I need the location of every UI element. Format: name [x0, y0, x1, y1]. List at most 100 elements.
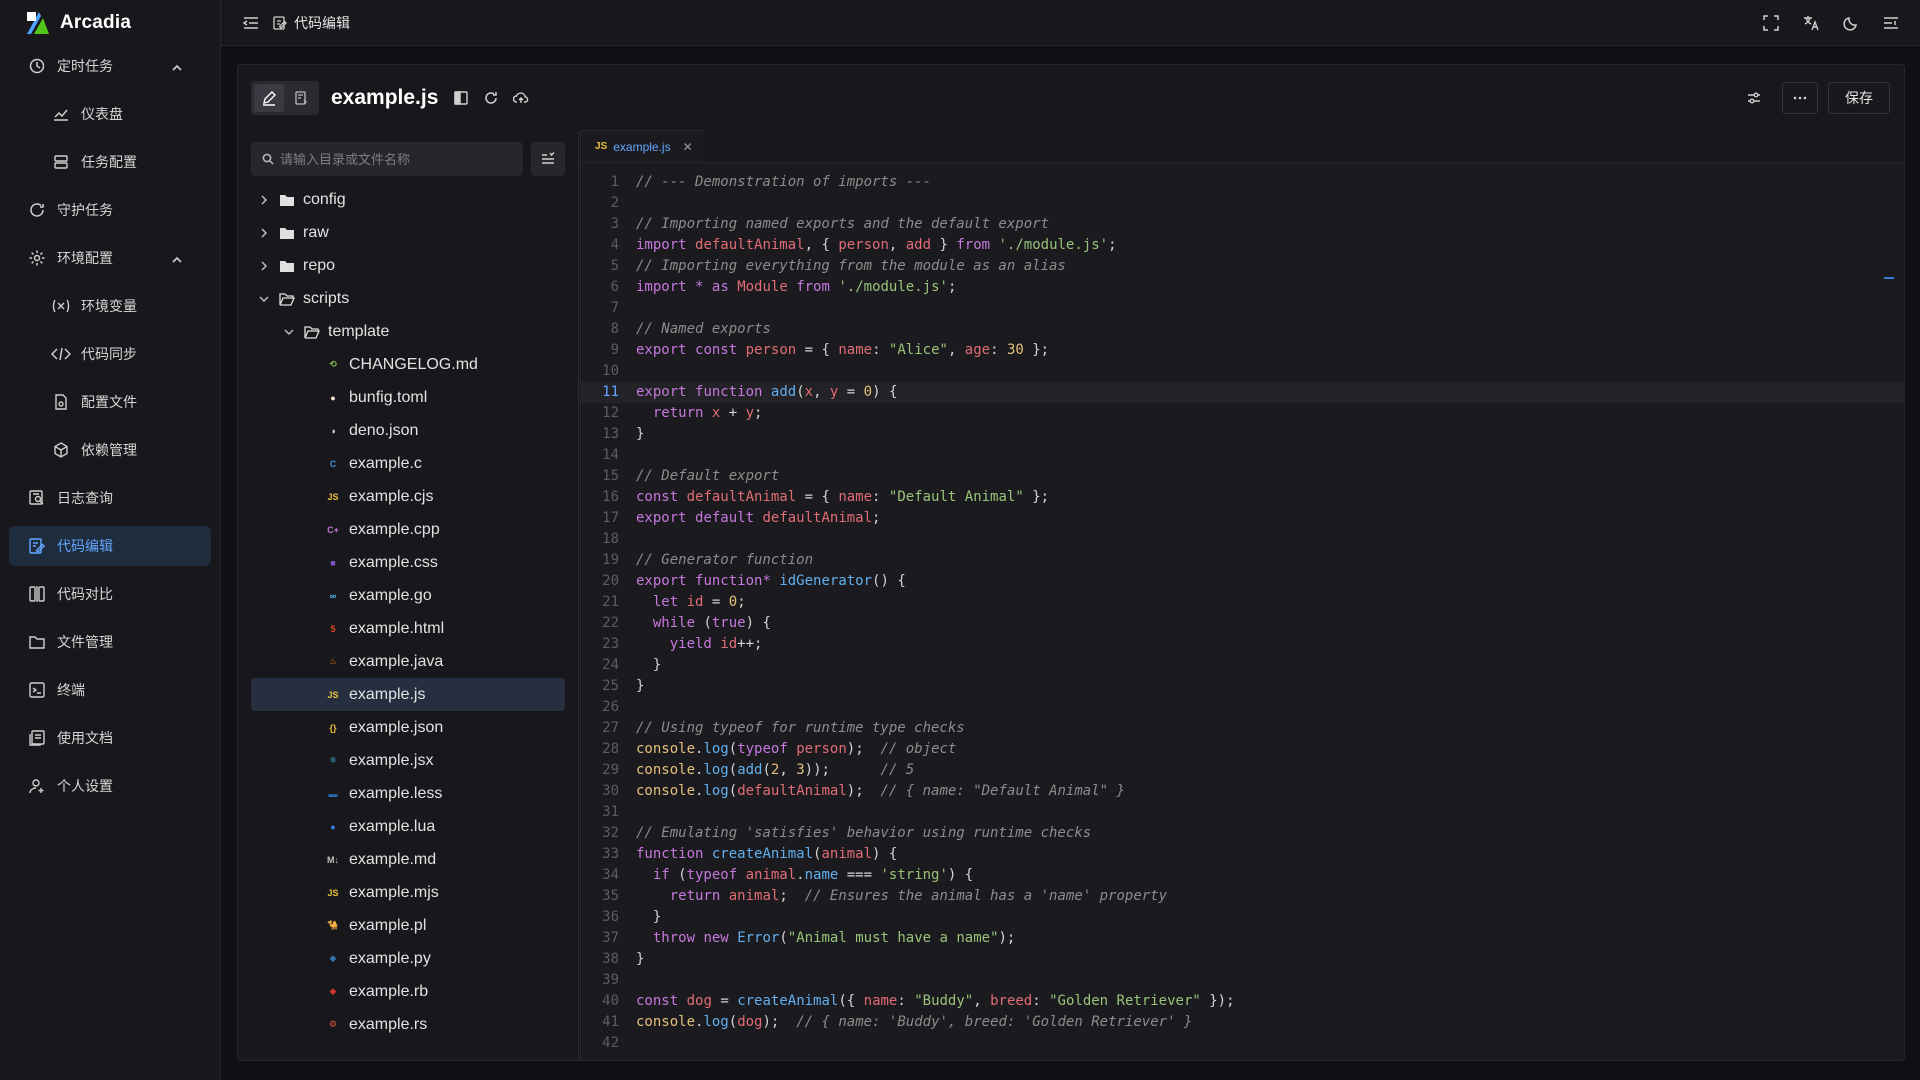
line-text[interactable]: console.log(add(2, 3)); // 5 [619, 760, 914, 781]
line-text[interactable]: // --- Demonstration of imports --- [619, 172, 931, 193]
tree-divider[interactable] [578, 131, 579, 1060]
tree-file[interactable]: ◆ example.py [251, 942, 565, 975]
sidebar-item-4[interactable]: 环境配置 [9, 238, 211, 278]
line-text[interactable] [619, 298, 636, 319]
brand[interactable]: Arcadia [0, 0, 220, 46]
tree-file[interactable]: ● bunfig.toml [251, 381, 565, 414]
line-text[interactable]: return animal; // Ensures the animal has… [619, 886, 1167, 907]
chevron-up-icon[interactable] [167, 58, 187, 78]
line-text[interactable]: } [619, 424, 644, 445]
sidebar-item-6[interactable]: 代码同步 [9, 334, 211, 374]
sidebar-item-2[interactable]: 任务配置 [9, 142, 211, 182]
line-text[interactable]: // Named exports [619, 319, 771, 340]
code-line[interactable]: 28 console.log(typeof person); // object [581, 739, 1904, 760]
code-line[interactable]: 29 console.log(add(2, 3)); // 5 [581, 760, 1904, 781]
line-text[interactable] [619, 802, 636, 823]
code-line[interactable]: 42 [581, 1033, 1904, 1054]
line-text[interactable]: import defaultAnimal, { person, add } fr… [619, 235, 1117, 256]
cloud-upload-icon[interactable] [512, 89, 530, 107]
line-text[interactable] [619, 697, 636, 718]
tree-file[interactable]: ◑ deno.json [251, 414, 565, 447]
code-line[interactable]: 41 console.log(dog); // { name: 'Buddy', … [581, 1012, 1904, 1033]
sidebar-item-1[interactable]: 仪表盘 [9, 94, 211, 134]
code-line[interactable]: 35 return animal; // Ensures the animal … [581, 886, 1904, 907]
tree-file[interactable]: Cexample.c [251, 447, 565, 480]
line-text[interactable] [619, 970, 636, 991]
sidebar-item-9[interactable]: 日志查询 [9, 478, 211, 518]
tree-file[interactable]: 🐪 example.pl [251, 909, 565, 942]
reload-icon[interactable] [482, 89, 500, 107]
line-text[interactable]: console.log(typeof person); // object [619, 739, 956, 760]
code-line[interactable]: 22 while (true) { [581, 613, 1904, 634]
code-line[interactable]: 39 [581, 970, 1904, 991]
code-line[interactable]: 25} [581, 676, 1904, 697]
line-text[interactable] [619, 529, 636, 550]
code-line[interactable]: 18 [581, 529, 1904, 550]
sidebar-item-10[interactable]: 代码编辑 [9, 526, 211, 566]
line-text[interactable]: while (true) { [619, 613, 771, 634]
tree-file[interactable]: {} example.json [251, 711, 565, 744]
tree-file[interactable]: ⚛ example.jsx [251, 744, 565, 777]
line-text[interactable]: const defaultAnimal = { name: "Default A… [619, 487, 1049, 508]
tree-file[interactable]: JS example.cjs [251, 480, 565, 513]
code-line[interactable]: 37 throw new Error("Animal must have a n… [581, 928, 1904, 949]
preview-mode-button[interactable] [286, 84, 316, 112]
search-input[interactable] [280, 151, 510, 167]
line-text[interactable]: } [619, 676, 644, 697]
code-line[interactable]: 16 const defaultAnimal = { name: "Default… [581, 487, 1904, 508]
tree-file[interactable]: ⟲ CHANGELOG.md [251, 348, 565, 381]
tree-file[interactable]: JS example.mjs [251, 876, 565, 909]
tree-file[interactable]: ■ example.css [251, 546, 565, 579]
code-line[interactable]: 38} [581, 949, 1904, 970]
chevron-down-icon[interactable] [257, 293, 271, 305]
line-text[interactable]: import * as Module from './module.js'; [619, 277, 956, 298]
tree-folder[interactable]: raw [251, 216, 565, 249]
tree-file[interactable]: 5 example.html [251, 612, 565, 645]
code-line[interactable]: 32// Emulating 'satisfies' behavior usin… [581, 823, 1904, 844]
line-text[interactable]: // Default export [619, 466, 779, 487]
chevron-up-icon[interactable] [167, 250, 187, 270]
code-line[interactable]: 6 import * as Module from './module.js'; [581, 277, 1904, 298]
code-line[interactable]: 19// Generator function [581, 550, 1904, 571]
line-text[interactable]: console.log(dog); // { name: 'Buddy', br… [619, 1012, 1192, 1033]
line-text[interactable] [619, 1033, 636, 1054]
tree-file[interactable]: ♨ example.java [251, 645, 565, 678]
code-line[interactable]: 34 if (typeof animal.name === 'string') … [581, 865, 1904, 886]
sidebar-item-0[interactable]: 定时任务 [9, 46, 211, 86]
tree-file[interactable]: ∞ example.go [251, 579, 565, 612]
line-text[interactable]: } [619, 949, 644, 970]
line-text[interactable] [619, 445, 636, 466]
sidebar-item-13[interactable]: 终端 [9, 670, 211, 710]
sidebar-item-12[interactable]: 文件管理 [9, 622, 211, 662]
code-line[interactable]: 40 const dog = createAnimal({ name: "Budd… [581, 991, 1904, 1012]
line-text[interactable]: yield id++; [619, 634, 763, 655]
line-text[interactable]: // Using typeof for runtime type checks [619, 718, 965, 739]
code-line[interactable]: 12 return x + y; [581, 403, 1904, 424]
translate-icon[interactable] [1802, 14, 1820, 32]
code-line[interactable]: 5// Importing everything from the module… [581, 256, 1904, 277]
line-text[interactable]: } [619, 907, 661, 928]
line-text[interactable]: console.log(defaultAnimal); // { name: "… [619, 781, 1125, 802]
line-text[interactable]: const dog = createAnimal({ name: "Buddy"… [619, 991, 1235, 1012]
line-text[interactable]: // Importing everything from the module … [619, 256, 1066, 277]
sidebar-item-3[interactable]: 守护任务 [9, 190, 211, 230]
sidebar-item-8[interactable]: 依赖管理 [9, 430, 211, 470]
tab-example-js[interactable]: JS example.js ✕ [581, 130, 705, 162]
code-line[interactable]: 7 [581, 298, 1904, 319]
edit-mode-button[interactable] [254, 84, 284, 112]
line-text[interactable]: } [619, 655, 661, 676]
line-text[interactable]: if (typeof animal.name === 'string') { [619, 865, 973, 886]
chevron-right-icon[interactable] [257, 227, 271, 239]
sidebar-item-5[interactable]: 环境变量 [9, 286, 211, 326]
chevron-down-icon[interactable] [282, 326, 296, 338]
code-line[interactable]: 33 function createAnimal(animal) { [581, 844, 1904, 865]
chevron-right-icon[interactable] [257, 260, 271, 272]
filter-button[interactable] [531, 142, 565, 176]
sidebar-item-14[interactable]: 使用文档 [9, 718, 211, 758]
line-text[interactable]: // Generator function [619, 550, 813, 571]
code-line[interactable]: 15// Default export [581, 466, 1904, 487]
code-line[interactable]: 31 [581, 802, 1904, 823]
code-line[interactable]: 2 [581, 193, 1904, 214]
line-text[interactable]: // Importing named exports and the defau… [619, 214, 1049, 235]
code-line[interactable]: 11 export function add(x, y = 0) { [581, 382, 1904, 403]
